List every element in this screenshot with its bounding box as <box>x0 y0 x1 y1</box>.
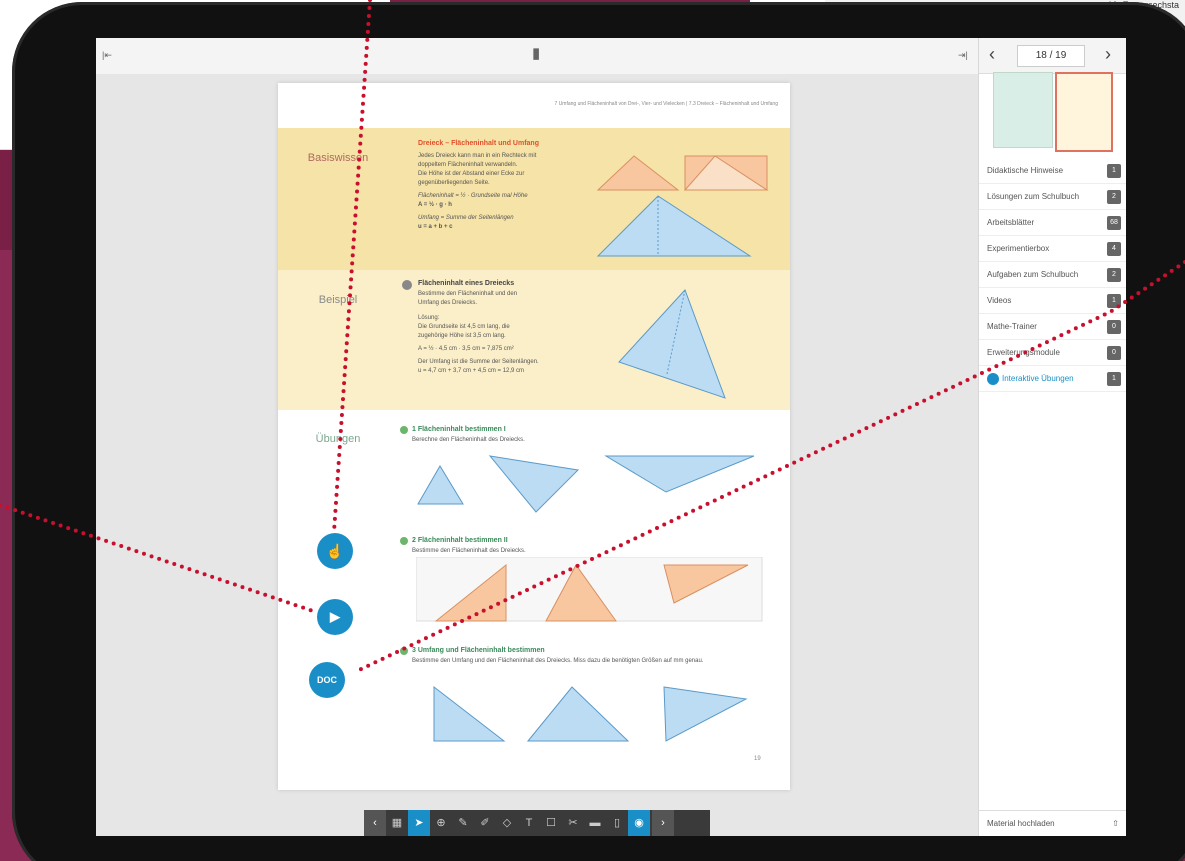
callout-line-video <box>0 503 318 614</box>
callout-lines <box>0 0 1185 674</box>
callout-line-document <box>353 260 1185 674</box>
callout-line-interactive <box>332 0 372 534</box>
